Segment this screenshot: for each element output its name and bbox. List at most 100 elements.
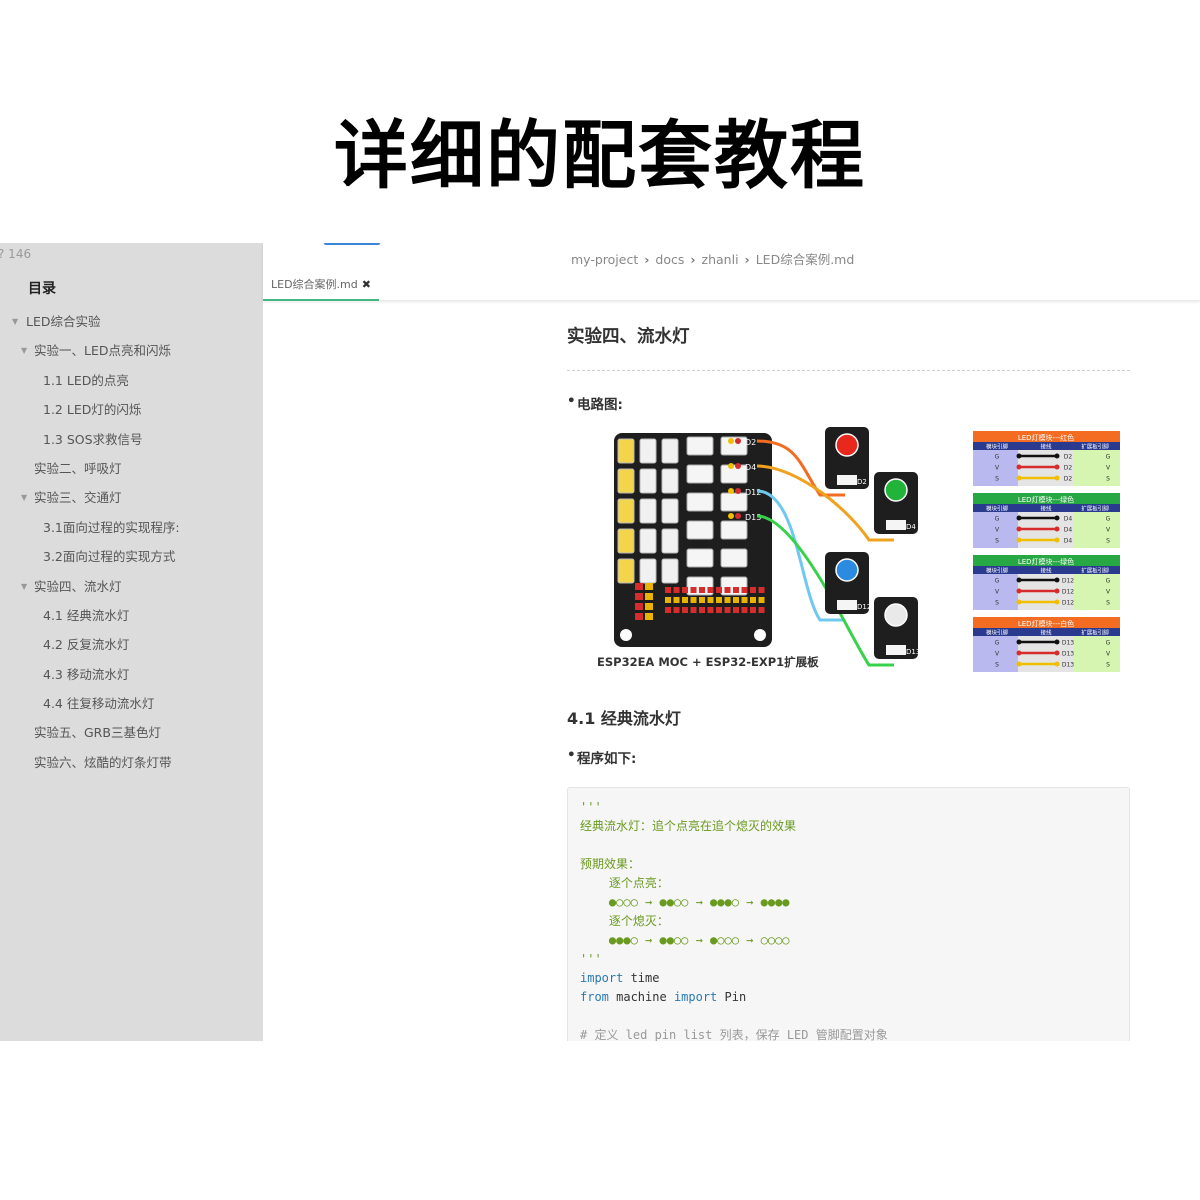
breadcrumb-item[interactable]: LED综合案例.md xyxy=(756,252,855,267)
toc-item-label: 实验三、交通灯 xyxy=(34,490,122,506)
pin-header xyxy=(724,607,731,613)
toc-item-label: 1.3 SOS求救信号 xyxy=(43,431,143,447)
pin-header xyxy=(758,607,765,613)
grove-connector xyxy=(686,520,714,540)
wire-dot xyxy=(1054,526,1060,532)
code-line: 逐个熄灭： xyxy=(580,914,669,928)
pin-header xyxy=(716,607,722,613)
table-colhead-label: 扩展板引脚 xyxy=(1081,505,1109,513)
toc-item[interactable]: ▼ 实验四、流水灯 xyxy=(0,572,263,601)
pin-label: D13 xyxy=(1062,651,1074,658)
pin-dot xyxy=(728,488,734,494)
pin-header xyxy=(645,603,653,610)
toc-item[interactable]: 1.3 SOS求救信号 xyxy=(0,425,263,454)
board-label: ESP32EA MOC + ESP32-EXP1扩展板 xyxy=(597,655,819,669)
pin-dot xyxy=(728,463,734,469)
toc-item[interactable]: 4.4 往复移动流水灯 xyxy=(0,689,263,718)
pin-header xyxy=(733,607,739,613)
toc-item[interactable]: 4.2 反复流水灯 xyxy=(0,630,263,659)
toc-item[interactable]: 实验五、GRB三基色灯 xyxy=(0,718,263,747)
caret-down-icon[interactable]: ▼ xyxy=(21,572,27,601)
pin-label: D4 xyxy=(1064,516,1073,523)
pin-header xyxy=(645,583,653,590)
toc-item[interactable]: 1.1 LED的点亮 xyxy=(0,366,263,395)
header-socket xyxy=(639,498,657,524)
toc-item[interactable]: ▼ 实验三、交通灯 xyxy=(0,483,263,512)
divider xyxy=(567,370,1130,371)
breadcrumb-item[interactable]: my-project xyxy=(571,252,638,267)
circuit-diagram: D2 D4 D12 D13 ESP32EA MOC + ESP32-EXP1扩展板 D… xyxy=(567,427,1130,677)
row-label: S xyxy=(995,662,999,669)
toc-item[interactable]: 4.3 移动流水灯 xyxy=(0,660,263,689)
pin-label: D13 xyxy=(1062,640,1074,647)
breadcrumb-item[interactable]: docs xyxy=(655,252,684,267)
toc-item-label: 实验六、炫酷的灯条灯带 xyxy=(34,754,172,770)
grove-connector xyxy=(720,548,748,568)
header-socket xyxy=(617,438,635,464)
caret-down-icon[interactable]: ▼ xyxy=(21,336,27,365)
wire-dot xyxy=(1054,475,1060,481)
wire-dot xyxy=(1054,650,1060,656)
grove-connector xyxy=(686,464,714,484)
pin-header xyxy=(741,597,748,603)
table-colhead-label: 扩展板引脚 xyxy=(1081,629,1109,637)
toc-item-label: 实验二、呼吸灯 xyxy=(34,460,122,476)
section-heading: 实验四、流水灯 xyxy=(567,327,690,347)
header-socket xyxy=(661,438,679,464)
table-title: LED灯模块---绿色 xyxy=(1018,495,1074,504)
wire-dot xyxy=(1054,537,1060,543)
toc-item[interactable]: 3.1面向过程的实现程序: xyxy=(0,513,263,542)
toc-item[interactable]: 实验二、呼吸灯 xyxy=(0,454,263,483)
wire-dot xyxy=(1016,515,1022,521)
code-block[interactable]: ''' 经典流水灯：追个点亮在追个熄灭的效果 预期效果： 逐个点亮： ●○○○ → … xyxy=(567,787,1130,1041)
wire-dot xyxy=(1054,588,1060,594)
toc-item[interactable]: 4.1 经典流水灯 xyxy=(0,601,263,630)
toc-item[interactable]: 实验六、炫酷的灯条灯带 xyxy=(0,748,263,777)
toc-item-label: 4.3 移动流水灯 xyxy=(43,666,130,682)
chevron-right-icon: › xyxy=(690,252,696,267)
table-colhead-label: 扩展板引脚 xyxy=(1081,443,1109,451)
pin-header xyxy=(699,607,705,613)
pin-header xyxy=(707,587,714,593)
wire-dot xyxy=(1016,661,1022,667)
led-bulb xyxy=(884,603,908,627)
breadcrumb-item[interactable]: zhanli xyxy=(702,252,739,267)
led-pin-label: D12 xyxy=(857,603,871,611)
pin-header xyxy=(690,597,697,603)
pin-header xyxy=(707,607,714,613)
toc-item[interactable]: 1.2 LED灯的闪烁 xyxy=(0,395,263,424)
close-icon[interactable]: ✖ xyxy=(362,278,371,291)
toc-item[interactable]: ▼ LED综合实验 xyxy=(0,307,263,336)
code-keyword: import xyxy=(673,990,718,1004)
grove-connector xyxy=(720,492,748,512)
pin-header xyxy=(682,587,688,593)
chevron-right-icon: › xyxy=(744,252,750,267)
pin-header xyxy=(724,597,731,603)
pin-header xyxy=(758,587,765,593)
header-socket xyxy=(617,528,635,554)
file-tab-label: LED综合案例.md xyxy=(271,278,358,291)
active-indicator xyxy=(324,243,380,245)
header-socket xyxy=(661,468,679,494)
file-tab[interactable]: LED综合案例.md ✖ xyxy=(263,277,379,301)
pin-label: D13 xyxy=(1062,662,1074,669)
pin-header xyxy=(645,613,653,620)
pin-header xyxy=(750,597,756,603)
caret-down-icon[interactable]: ▼ xyxy=(21,483,27,512)
table-colhead-label: 接线 xyxy=(1040,567,1052,575)
sidebar-count: ? 146 xyxy=(0,247,32,261)
row-label: S xyxy=(995,600,999,607)
pin-header xyxy=(665,597,671,603)
row-label: G xyxy=(995,640,1000,647)
row-label: S xyxy=(995,476,999,483)
pin-dot xyxy=(735,463,741,469)
pin-header xyxy=(690,607,697,613)
bullet-circuit: 电路图: xyxy=(567,393,1130,413)
toc-item-label: LED综合实验 xyxy=(26,314,101,329)
toc-item-label: 4.2 反复流水灯 xyxy=(43,637,130,653)
toc-item[interactable]: ▼ 实验一、LED点亮和闪烁 xyxy=(0,336,263,365)
led-bulb xyxy=(835,558,859,582)
pin-dot xyxy=(735,488,741,494)
toc-item[interactable]: 3.2面向过程的实现方式 xyxy=(0,542,263,571)
caret-down-icon[interactable]: ▼ xyxy=(12,307,18,336)
